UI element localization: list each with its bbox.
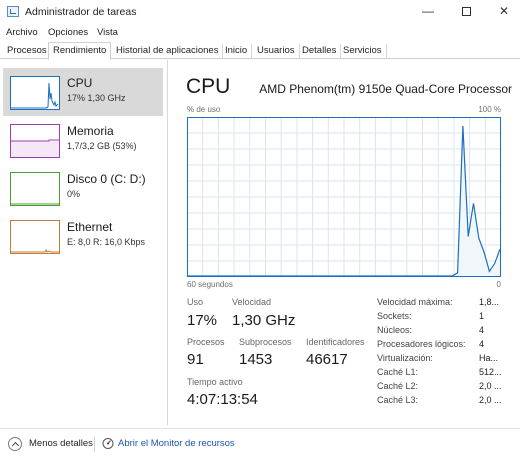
memory-thumbnail [10, 124, 60, 158]
tab-procesos[interactable]: Procesos [3, 44, 52, 59]
sidebar-item-label: Memoria [67, 124, 114, 138]
menu-opciones[interactable]: Opciones [48, 27, 88, 38]
identificadores-value: 46617 [306, 351, 348, 368]
spec-label: Caché L3: [377, 395, 419, 405]
sidebar-item-disco[interactable]: Disco 0 (C: D:) 0% [3, 164, 163, 212]
velocidad-value: 1,30 GHz [232, 312, 296, 329]
graph-x-label: 60 segundos [187, 280, 233, 289]
uso-label: Uso [187, 297, 204, 307]
tiempo-activo-value: 4:07:13:54 [187, 391, 258, 408]
spec-value: 1,8... [479, 297, 500, 307]
spec-label: Núcleos: [377, 325, 413, 335]
spec-value: 2,0 ... [479, 395, 502, 405]
graph-grid [187, 117, 501, 277]
tab-usuarios[interactable]: Usuarios [253, 44, 300, 59]
cpu-panel: CPU AMD Phenom(tm) 9150e Quad-Core Proce… [176, 60, 516, 425]
graph-y-label: % de uso [187, 105, 221, 114]
spec-value: 2,0 ... [479, 381, 502, 391]
sidebar-item-detail: E: 8,0 R: 16,0 Kbps [67, 237, 146, 247]
minimize-button[interactable]: — [412, 0, 444, 22]
close-button[interactable]: ✕ [488, 0, 520, 22]
footer-bar: Menos detalles Abrir el Monitor de recur… [0, 428, 520, 463]
sidebar-item-detail: 1,7/3,2 GB (53%) [67, 141, 137, 151]
tab-servicios[interactable]: Servicios [339, 44, 387, 59]
spec-label: Caché L2: [377, 381, 419, 391]
less-details-button[interactable]: Menos detalles [29, 438, 93, 449]
spec-value: Ha... [479, 353, 499, 363]
spec-label: Virtualización: [377, 353, 433, 363]
processor-model: AMD Phenom(tm) 9150e Quad-Core Processor [259, 82, 512, 96]
graph-y-max-label: 100 % [478, 105, 501, 114]
ethernet-thumbnail [10, 220, 60, 254]
sidebar-item-label: Ethernet [67, 220, 113, 234]
resource-monitor-icon [102, 437, 114, 450]
sidebar-item-detail: 17% 1,30 GHz [67, 93, 126, 103]
menu-bar: Archivo Opciones Vista [0, 25, 520, 41]
open-resource-monitor-link[interactable]: Abrir el Monitor de recursos [118, 438, 235, 449]
title-bar: Administrador de tareas — ✕ [0, 0, 520, 24]
disk-thumbnail [10, 172, 60, 206]
task-manager-icon [7, 6, 19, 17]
sidebar-item-label: CPU [67, 76, 93, 90]
identificadores-label: Identificadores [306, 337, 365, 347]
subprocesos-label: Subprocesos [239, 337, 292, 347]
graph-x-min-label: 0 [496, 280, 501, 289]
maximize-icon [461, 7, 471, 17]
subprocesos-value: 1453 [239, 351, 273, 368]
resource-sidebar: CPU 17% 1,30 GHz Memoria 1,7/3,2 GB (53%… [0, 60, 168, 425]
spec-label: Procesadores lógicos: [377, 339, 466, 349]
tab-historial[interactable]: Historial de aplicaciones [112, 44, 224, 59]
uso-value: 17% [187, 312, 218, 329]
spec-value: 4 [479, 339, 485, 349]
tiempo-activo-label: Tiempo activo [187, 377, 243, 387]
tab-detalles[interactable]: Detalles [298, 44, 342, 59]
sidebar-item-label: Disco 0 (C: D:) [67, 172, 146, 186]
chevron-up-icon[interactable] [8, 437, 22, 451]
menu-vista[interactable]: Vista [97, 27, 118, 38]
sidebar-item-ethernet[interactable]: Ethernet E: 8,0 R: 16,0 Kbps [3, 212, 163, 260]
cpu-usage-graph [187, 117, 501, 277]
spec-label: Sockets: [377, 311, 412, 321]
window-title: Administrador de tareas [25, 6, 137, 18]
spec-label: Velocidad máxima: [377, 297, 453, 307]
maximize-button[interactable] [450, 0, 482, 22]
tab-bar: Procesos Rendimiento Historial de aplica… [0, 42, 520, 60]
spec-value: 4 [479, 325, 485, 335]
procesos-label: Procesos [187, 337, 225, 347]
tab-inicio[interactable]: Inicio [221, 44, 253, 59]
page-title: CPU [186, 75, 231, 98]
spec-value: 1 [479, 311, 485, 321]
spec-value: 512... [479, 367, 502, 377]
spec-label: Caché L1: [377, 367, 419, 377]
procesos-value: 91 [187, 351, 204, 368]
velocidad-label: Velocidad [232, 297, 272, 307]
sidebar-item-cpu[interactable]: CPU 17% 1,30 GHz [3, 68, 163, 116]
sidebar-item-detail: 0% [67, 189, 81, 199]
menu-archivo[interactable]: Archivo [6, 27, 38, 38]
tab-rendimiento[interactable]: Rendimiento [48, 42, 112, 60]
footer-divider [94, 437, 95, 452]
cpu-thumbnail [10, 76, 60, 110]
sidebar-item-memoria[interactable]: Memoria 1,7/3,2 GB (53%) [3, 116, 163, 164]
